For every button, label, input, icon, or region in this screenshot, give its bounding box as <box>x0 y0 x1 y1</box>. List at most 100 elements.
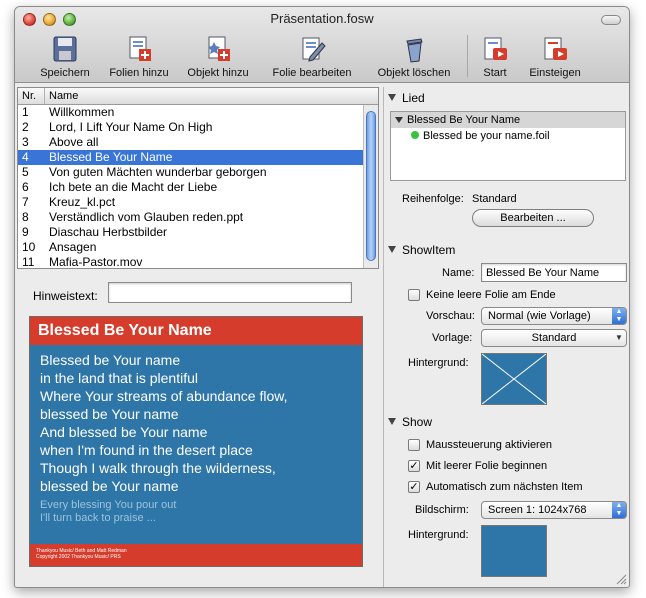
status-dot-icon <box>411 131 419 139</box>
edit-slide-icon <box>302 37 326 62</box>
scrollbar-thumb[interactable] <box>366 111 376 261</box>
list-header: Nr. Name <box>18 88 378 105</box>
disclosure-triangle-icon[interactable] <box>388 246 396 253</box>
hint-input[interactable] <box>108 282 352 303</box>
play-slide-icon <box>484 37 507 60</box>
show-section-title: Show <box>402 415 433 429</box>
tree-parent-label: Blessed Be Your Name <box>407 114 521 126</box>
toolbar-separator <box>467 35 468 77</box>
save-button[interactable]: Speichern <box>35 33 95 79</box>
list-item[interactable]: 9 Diaschau Herbstbilder <box>18 225 378 240</box>
list-item[interactable]: 1 Willkommen <box>18 105 378 120</box>
showitem-section-header[interactable]: ShowItem <box>388 243 455 257</box>
list-item-name: Mafia-Pastor.mov <box>49 255 143 269</box>
tree-item-child[interactable]: Blessed be your name.foil <box>391 128 625 144</box>
add-object-button[interactable]: Objekt hinzu <box>181 33 255 79</box>
screen-label: Bildschirm: <box>415 504 469 516</box>
list-item[interactable]: 2 Lord, I Lift Your Name On High <box>18 120 378 135</box>
lied-tree[interactable]: Blessed Be Your Name Blessed be your nam… <box>390 111 626 181</box>
template-popup-value: Standard <box>531 332 577 344</box>
show-background-well[interactable] <box>481 525 547 577</box>
add-slides-label: Folien hinzu <box>109 67 169 79</box>
hint-label: Hinweistext: <box>33 289 98 303</box>
order-label: Reihenfolge: <box>402 193 464 205</box>
add-object-icon <box>208 36 230 61</box>
disclosure-triangle-icon[interactable] <box>388 94 396 101</box>
slide-line: Blessed be Your name <box>40 352 181 368</box>
edit-slide-button[interactable]: Folie bearbeiten <box>267 33 357 79</box>
list-item-name: Ich bete an die Macht der Liebe <box>49 180 218 194</box>
list-item-nr: 2 <box>22 120 29 134</box>
list-item[interactable]: 4 Blessed Be Your Name <box>18 150 378 165</box>
list-item-name: Willkommen <box>49 105 115 119</box>
order-value: Standard <box>472 193 517 205</box>
list-item-name: Ansagen <box>49 240 97 254</box>
list-item[interactable]: 3 Above all <box>18 135 378 150</box>
column-header-nr[interactable]: Nr. <box>18 88 45 104</box>
slide-next-line: I'll turn back to praise ... <box>40 512 156 524</box>
slide-line: in the land that is plentiful <box>40 370 198 386</box>
list-item[interactable]: 6 Ich bete an die Macht der Liebe <box>18 180 378 195</box>
slide-title: Blessed Be Your Name <box>30 317 362 345</box>
slide-line: Where Your streams of abundance flow, <box>40 388 288 404</box>
add-slides-button[interactable]: Folien hinzu <box>103 33 175 79</box>
enter-button[interactable]: Einsteigen <box>523 33 587 79</box>
showitem-section-title: ShowItem <box>402 243 456 257</box>
begin-empty-label: Mit leerer Folie beginnen <box>426 460 548 472</box>
list-item[interactable]: 10 Ansagen <box>18 240 378 255</box>
begin-empty-checkbox[interactable]: ✓ <box>408 460 420 472</box>
trash-icon <box>406 38 423 63</box>
title-bar: Präsentation.fosw Speichern Folien hinzu… <box>15 7 629 83</box>
tree-item-parent[interactable]: Blessed Be Your Name <box>391 112 625 128</box>
screen-popup[interactable]: Screen 1: 1024x768 ▲ ▼ <box>481 501 627 519</box>
enter-slide-icon <box>544 37 567 60</box>
list-item-nr: 5 <box>22 165 29 179</box>
mouse-control-label: Maussteuerung aktivieren <box>426 439 552 451</box>
delete-object-button[interactable]: Objekt löschen <box>371 33 457 79</box>
auto-next-label: Automatisch zum nächsten Item <box>426 481 583 493</box>
edit-slide-label: Folie bearbeiten <box>272 67 352 79</box>
start-label: Start <box>483 67 507 79</box>
list-item[interactable]: 5 Von guten Mächten wunderbar geborgen <box>18 165 378 180</box>
toolbar-toggle-button[interactable] <box>601 15 621 25</box>
empty-slide-label: Keine leere Folie am Ende <box>426 289 556 301</box>
chevron-down-icon: ▼ <box>615 333 623 342</box>
lied-section-header[interactable]: Lied <box>388 91 425 105</box>
item-list[interactable]: Nr. Name 1 Willkommen 2 Lord, I Lift Your N… <box>17 87 379 269</box>
slide-footer-line: Copyright 2002 Thankyou Music/ PRS <box>36 554 121 560</box>
column-header-name[interactable]: Name <box>45 88 378 104</box>
slide-next-line: Every blessing You pour out <box>40 499 177 511</box>
list-item[interactable]: 11 Mafia-Pastor.mov <box>18 255 378 269</box>
showitem-background-label: Hintergrund: <box>408 357 469 369</box>
window-title: Präsentation.fosw <box>270 11 374 26</box>
list-item[interactable]: 7 Kreuz_kl.pct <box>18 195 378 210</box>
toolbar: Speichern Folien hinzu Objekt hinzu Foli… <box>15 31 629 83</box>
empty-slide-checkbox[interactable] <box>408 289 420 301</box>
slide-body: Blessed be Your name in the land that is… <box>30 345 362 525</box>
name-field[interactable]: Blessed Be Your Name <box>481 263 627 282</box>
preview-popup[interactable]: Normal (wie Vorlage) ▲ ▼ <box>481 307 627 325</box>
disclosure-triangle-icon[interactable] <box>395 117 403 123</box>
disclosure-triangle-icon[interactable] <box>388 418 396 425</box>
edit-order-button[interactable]: Bearbeiten ... <box>472 209 594 227</box>
slide-line: when I'm found in the desert place <box>40 442 253 458</box>
list-item[interactable]: 8 Verständlich vom Glauben reden.ppt <box>18 210 378 225</box>
template-popup[interactable]: Standard ▼ <box>481 329 627 347</box>
list-item-nr: 1 <box>22 105 29 119</box>
showitem-background-well[interactable] <box>481 353 547 405</box>
show-section-header[interactable]: Show <box>388 415 432 429</box>
mouse-control-checkbox[interactable] <box>408 439 420 451</box>
inspector-pane: Lied Blessed Be Your Name Blessed be you… <box>383 87 629 587</box>
resize-grip-icon[interactable] <box>616 574 627 585</box>
app-window: Präsentation.fosw Speichern Folien hinzu… <box>14 6 630 588</box>
start-button[interactable]: Start <box>475 33 515 79</box>
enter-label: Einsteigen <box>529 67 581 79</box>
auto-next-checkbox[interactable]: ✓ <box>408 481 420 493</box>
save-label: Speichern <box>40 67 90 79</box>
slide-preview: Blessed Be Your Name Blessed be Your nam… <box>29 316 363 567</box>
list-item-name: Diaschau Herbstbilder <box>49 225 168 239</box>
list-item-name: Kreuz_kl.pct <box>49 195 116 209</box>
list-item-nr: 9 <box>22 225 29 239</box>
list-scrollbar[interactable] <box>363 105 378 268</box>
slide-line: blessed be Your name <box>40 406 179 422</box>
